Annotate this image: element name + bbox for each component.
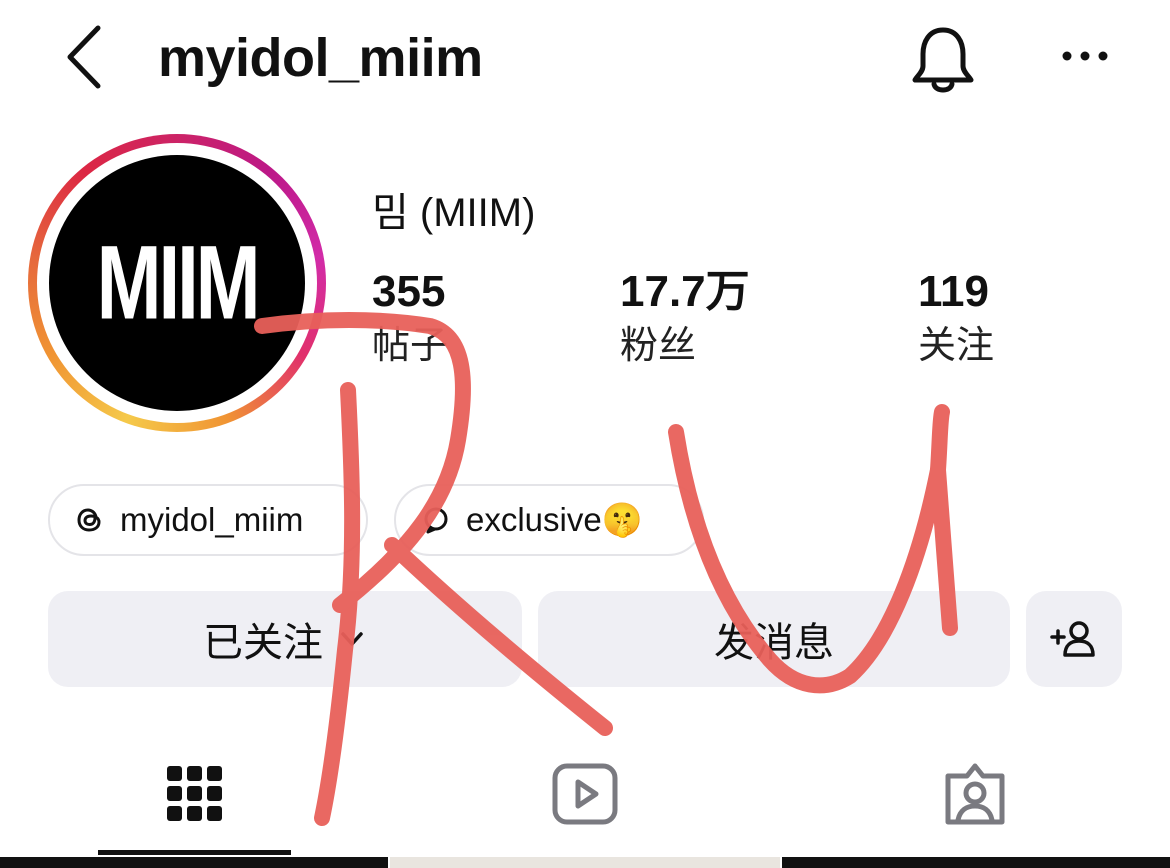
tagged-icon (945, 763, 1005, 825)
add-user-icon (1050, 621, 1095, 657)
following-label: 关注 (918, 325, 995, 367)
chevron-left-icon (67, 25, 101, 89)
more-options-button[interactable] (1055, 36, 1115, 76)
bell-icon (912, 27, 974, 93)
post-thumbnail[interactable] (0, 857, 388, 868)
grid-icon (167, 766, 222, 821)
following-button-label: 已关注 (203, 621, 323, 665)
avatar-image: MIIM (49, 155, 305, 411)
threads-icon (77, 508, 101, 532)
avatar[interactable]: MIIM (28, 134, 326, 432)
followers-count: 17.7万 (620, 267, 750, 316)
post-thumbnail[interactable] (782, 857, 1170, 868)
avatar-logo: MIIM (96, 224, 261, 342)
back-button[interactable] (60, 22, 110, 92)
display-name: 밈 (MIIM) (372, 191, 536, 235)
suggested-users-button[interactable] (1026, 591, 1122, 687)
followers-label: 粉丝 (620, 325, 697, 367)
active-tab-indicator (98, 850, 291, 855)
tab-reels[interactable] (540, 748, 630, 838)
message-button-label: 发消息 (714, 621, 834, 665)
post-thumbnail[interactable] (390, 857, 780, 868)
more-horizontal-icon (1062, 51, 1108, 61)
stat-followers[interactable]: 17.7万 粉丝 (620, 268, 750, 368)
broadcast-channel-chip[interactable]: exclusive🤫 (394, 484, 704, 556)
posts-count: 355 (372, 267, 446, 316)
threads-link-label: myidol_miim (120, 501, 304, 538)
broadcast-channel-label: exclusive🤫 (466, 500, 643, 538)
stat-following[interactable]: 119 关注 (918, 268, 994, 368)
tab-posts-grid[interactable] (150, 748, 240, 838)
page-title: myidol_miim (158, 28, 483, 88)
tab-tagged[interactable] (930, 748, 1020, 838)
notification-button[interactable] (905, 22, 981, 98)
reels-icon (552, 763, 618, 825)
following-count: 119 (918, 267, 989, 316)
message-button[interactable]: 发消息 (538, 591, 1010, 687)
following-button[interactable]: 已关注 (48, 591, 522, 687)
handwritten-ru-overlay (254, 312, 958, 826)
posts-label: 帖子 (372, 325, 449, 367)
threads-link-chip[interactable]: myidol_miim (48, 484, 368, 556)
broadcast-channel-icon (424, 507, 448, 534)
chevron-down-icon (341, 632, 363, 646)
stat-posts[interactable]: 355 帖子 (372, 268, 448, 368)
